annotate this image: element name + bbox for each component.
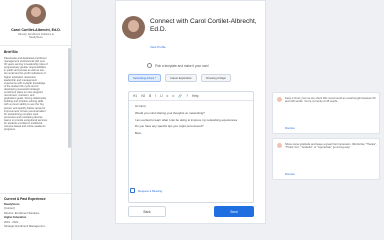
tip-icon — [277, 97, 282, 102]
request-meeting-label: Request a Meeting — [138, 188, 163, 193]
experience-line: Strategic Enrollment Management... — [4, 225, 47, 228]
dismiss-link[interactable]: Dismiss — [285, 172, 295, 176]
toolbar-button[interactable]: ≡ — [172, 94, 174, 98]
profile-name: Carol Cortilet-Albrecht, Ed.D. — [11, 28, 61, 32]
message-editor[interactable]: H1 H2 B I U ≡ ≡ 🔗? Help Hi Carol, Would you mind … — [128, 91, 254, 203]
toolbar-button[interactable]: I — [155, 94, 156, 98]
message-paragraph: Hi Carol, — [135, 104, 147, 108]
toolbar-button[interactable]: ? — [186, 94, 188, 98]
message-body[interactable]: Hi Carol, Would you mind sharing your tho… — [129, 101, 253, 143]
connect-modal: Connect with Carol Cortilet-Albrecht, Ed… — [115, 0, 266, 224]
toolbar-button[interactable]: H2 — [141, 94, 145, 98]
divider — [0, 45, 71, 46]
experience-line: Director, Enrollment Solutions — [4, 211, 40, 215]
profile-subtitle-2: ReadyScore — [29, 36, 43, 39]
tip-card-length: Keep it short, just not too short! We re… — [272, 92, 380, 134]
toolbar-button[interactable]: H1 — [133, 94, 137, 98]
view-profile-link[interactable]: View Profile — [150, 45, 166, 49]
editor-toolbar: H1 H2 B I U ≡ ≡ 🔗? Help — [129, 92, 253, 101]
toolbar-button[interactable]: ≡ — [167, 94, 169, 98]
experience-line: (Current) — [4, 207, 15, 211]
tip-card-gratitude: Show some gratitude and leave a great fi… — [272, 138, 380, 180]
profile-photo — [26, 4, 46, 24]
experience-line: Higher Education — [4, 216, 27, 220]
tip-text: Keep it short, just not too short! We re… — [285, 97, 376, 104]
dismiss-link[interactable]: Dismiss — [285, 126, 295, 130]
profile-scrollbar[interactable] — [68, 48, 71, 148]
brief-bio-title: Brief Bio — [4, 50, 18, 54]
experience-line: ReadyScore — [4, 203, 20, 206]
pick-template-label: Pick a template and make it your own! — [155, 63, 209, 68]
template-chip[interactable]: Networking Advice * — [128, 74, 162, 83]
template-icon — [147, 63, 152, 68]
bio-line: programs. — [4, 128, 16, 132]
toolbar-button[interactable]: Help — [192, 94, 199, 98]
experience-title: Current & Past Experience — [4, 197, 46, 201]
back-button[interactable]: Back — [128, 206, 166, 217]
pick-template-text: Pick a template and make it your own! — [147, 63, 209, 68]
template-tabs: Networking Advice * Career Exploration Cho… — [128, 74, 232, 83]
template-chip[interactable]: Career Exploration — [165, 74, 197, 83]
modal-title: Connect with Carol Cortilet-Albrecht, Ed… — [150, 18, 257, 34]
profile-panel: Carol Cortilet-Albrecht, Ed.D. Director,… — [0, 0, 72, 240]
avatar — [122, 16, 145, 39]
bio-text: Passionate and dedicated enrollment manag… — [4, 57, 64, 131]
message-paragraph: Best, — [135, 131, 142, 136]
message-paragraph: Do you have any specific tips you might … — [135, 124, 204, 129]
message-paragraph: Would you mind sharing your thoughts on … — [135, 110, 205, 115]
calendar-icon — [130, 188, 135, 193]
toolbar-button[interactable]: 🔗 — [178, 94, 182, 98]
send-button[interactable]: Send — [214, 206, 254, 217]
template-chip[interactable]: Choosing A Major — [200, 74, 232, 83]
tip-text: Show some gratitude and leave a great fi… — [285, 143, 377, 150]
toolbar-button[interactable]: U — [160, 94, 162, 98]
tip-icon — [277, 143, 282, 148]
experience-line: 2016 - 2021 — [4, 220, 19, 224]
divider — [0, 193, 71, 194]
toolbar-button[interactable]: B — [149, 94, 151, 98]
message-paragraph: I am excited to learn what I can be doin… — [135, 117, 238, 122]
request-meeting-link[interactable]: Request a Meeting — [130, 188, 162, 193]
